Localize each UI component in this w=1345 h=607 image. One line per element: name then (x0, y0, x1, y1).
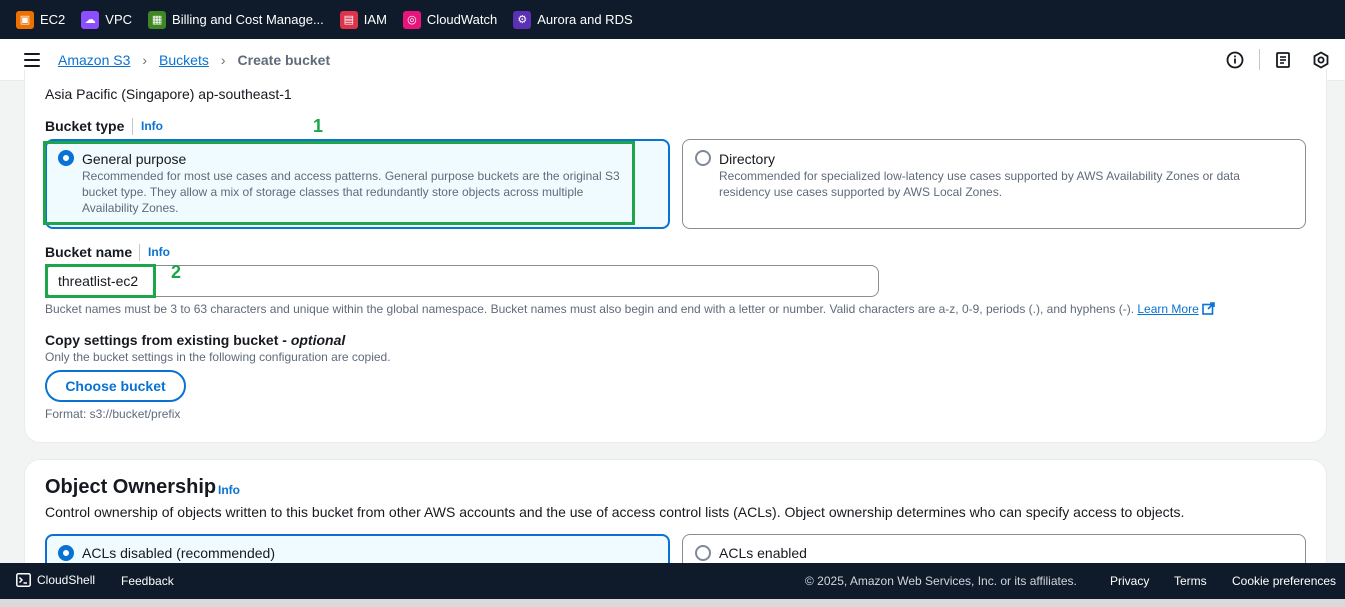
copyright-text: © 2025, Amazon Web Services, Inc. or its… (805, 574, 1077, 588)
rds-icon: ⚙ (513, 10, 532, 29)
bucket-name-info-link[interactable]: Info (139, 244, 170, 261)
breadcrumb-current: Create bucket (237, 52, 331, 68)
notes-icon[interactable] (1274, 51, 1292, 69)
favorite-iam[interactable]: ▤ IAM (339, 10, 387, 29)
copy-settings-description: Only the bucket settings in the followin… (45, 350, 391, 364)
vpc-icon: ☁ (81, 10, 100, 29)
privacy-link[interactable]: Privacy (1110, 574, 1149, 588)
footer-bar: CloudShell Feedback © 2025, Amazon Web S… (0, 563, 1345, 599)
ec2-icon: ▣ (16, 10, 34, 29)
cookie-preferences-link[interactable]: Cookie preferences (1232, 574, 1336, 588)
cloudshell-button[interactable]: CloudShell (16, 573, 95, 587)
general-configuration-panel (24, 70, 1327, 443)
bucket-name-label: Bucket name (45, 244, 133, 260)
object-ownership-heading: Object Ownership (45, 476, 217, 498)
directory-radio[interactable] (695, 150, 711, 166)
terminal-icon (16, 573, 31, 587)
favorite-cloudwatch[interactable]: ◎ CloudWatch (402, 10, 498, 29)
bucket-type-label: Bucket type (45, 118, 125, 134)
favorite-billing[interactable]: ▦ Billing and Cost Manage... (148, 10, 324, 29)
favorites-bar: ▣ EC2 ☁ VPC ▦ Billing and Cost Manage...… (0, 0, 1345, 39)
favorite-ec2[interactable]: ▣ EC2 (16, 10, 66, 29)
acls-disabled-radio[interactable] (58, 545, 74, 561)
menu-icon[interactable] (24, 53, 40, 67)
terms-link[interactable]: Terms (1174, 574, 1207, 588)
cloudwatch-icon: ◎ (402, 10, 421, 29)
billing-icon: ▦ (148, 10, 167, 29)
directory-description: Recommended for specialized low-latency … (719, 169, 1240, 199)
breadcrumb-buckets[interactable]: Buckets (159, 52, 209, 68)
region-text: Asia Pacific (Singapore) ap-southeast-1 (45, 86, 292, 102)
info-circle-icon[interactable] (1226, 51, 1244, 69)
favorite-label: VPC (105, 12, 133, 27)
favorite-label: EC2 (40, 12, 66, 27)
favorite-rds[interactable]: ⚙ Aurora and RDS (513, 10, 633, 29)
annotation-number-1: 1 (313, 116, 324, 136)
chevron-right-icon: › (142, 52, 148, 68)
bucket-type-info-link[interactable]: Info (132, 118, 163, 135)
directory-title: Directory (719, 151, 776, 167)
copy-settings-label: Copy settings from existing bucket - opt… (45, 332, 346, 348)
acls-disabled-title: ACLs disabled (recommended) (82, 545, 275, 561)
object-ownership-description: Control ownership of objects written to … (45, 504, 1185, 520)
bucket-name-constraint: Bucket names must be 3 to 63 characters … (45, 302, 1215, 316)
settings-icon[interactable] (1312, 51, 1330, 69)
acls-enabled-title: ACLs enabled (719, 545, 807, 561)
acls-enabled-radio[interactable] (695, 545, 711, 561)
taskbar-strip (0, 599, 1345, 607)
object-ownership-info-link[interactable]: Info (212, 483, 240, 498)
feedback-link[interactable]: Feedback (121, 574, 174, 588)
annotation-number-2: 2 (171, 262, 182, 282)
external-link-icon[interactable] (1202, 302, 1215, 315)
breadcrumb-amazon-s3[interactable]: Amazon S3 (58, 52, 130, 68)
favorite-label: Billing and Cost Manage... (172, 12, 324, 27)
annotation-box-2 (45, 264, 156, 298)
favorite-vpc[interactable]: ☁ VPC (81, 10, 133, 29)
format-hint: Format: s3://bucket/prefix (45, 407, 181, 421)
breadcrumb: Amazon S3 › Buckets › Create bucket (58, 52, 330, 68)
favorite-label: IAM (363, 12, 387, 27)
iam-icon: ▤ (339, 10, 358, 29)
annotation-box-1 (43, 141, 635, 225)
choose-bucket-button[interactable]: Choose bucket (45, 370, 186, 402)
learn-more-link[interactable]: Learn More (1137, 302, 1198, 316)
favorite-label: CloudWatch (426, 12, 498, 27)
chevron-right-icon: › (220, 52, 226, 68)
divider (1259, 49, 1260, 71)
favorite-label: Aurora and RDS (537, 12, 633, 27)
